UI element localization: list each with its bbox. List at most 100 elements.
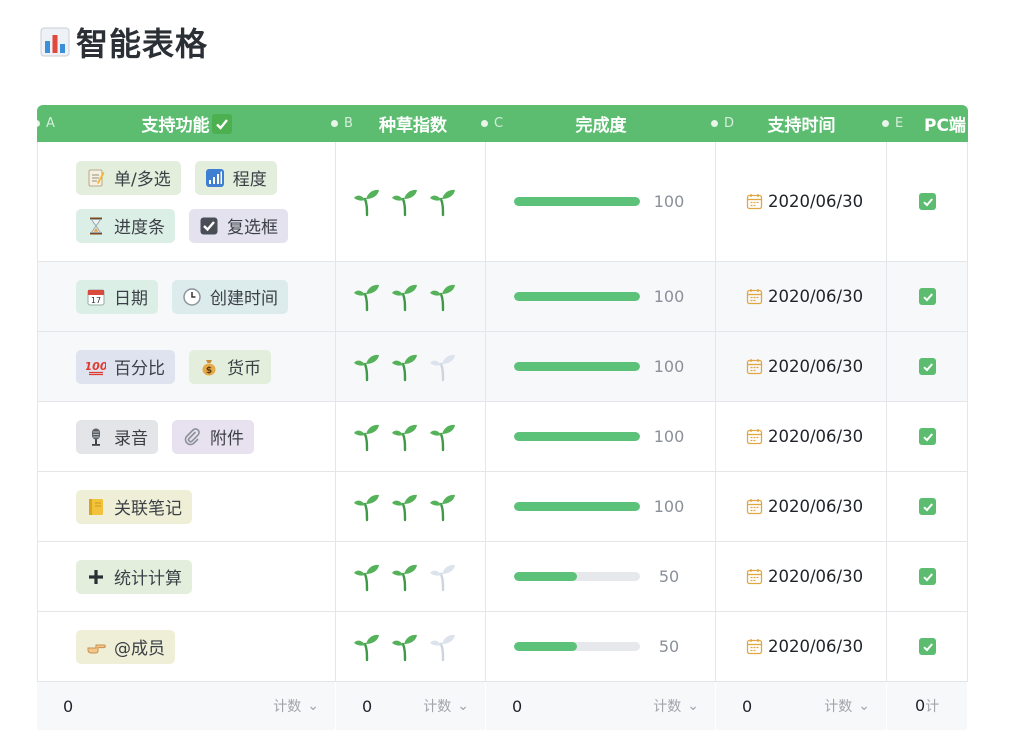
checkbox[interactable] xyxy=(919,193,936,210)
cell-date[interactable]: 2020/06/30 xyxy=(716,332,887,401)
cell-date[interactable]: 2020/06/30 xyxy=(716,402,887,471)
cell-progress[interactable]: 50 xyxy=(486,542,716,611)
sprout-icon[interactable] xyxy=(428,562,458,592)
cell-pc[interactable] xyxy=(887,472,968,541)
sprout-rating[interactable] xyxy=(336,492,458,522)
option-tag[interactable]: 进度条 xyxy=(76,208,175,243)
sprout-icon[interactable] xyxy=(352,422,382,452)
sprout-icon[interactable] xyxy=(352,352,382,382)
sprout-icon[interactable] xyxy=(428,282,458,312)
cell-rating[interactable] xyxy=(336,542,486,611)
sprout-rating[interactable] xyxy=(336,632,458,662)
cell-pc[interactable] xyxy=(887,612,968,681)
option-tag[interactable]: 100 百分比 xyxy=(76,349,175,384)
option-tag[interactable]: @成员 xyxy=(76,629,175,664)
checkbox[interactable] xyxy=(919,288,936,305)
table-row[interactable]: 17 日期 创建时间 100 2020/06/30 xyxy=(37,262,968,332)
option-tag[interactable]: $ 货币 xyxy=(189,349,271,384)
sprout-rating[interactable] xyxy=(336,352,458,382)
table-row[interactable]: 统计计算 50 2020/06/30 xyxy=(37,542,968,612)
cell-pc[interactable] xyxy=(887,142,968,261)
cell-rating[interactable] xyxy=(336,142,486,261)
sprout-icon[interactable] xyxy=(390,352,420,382)
option-tag[interactable]: 17 日期 xyxy=(76,279,158,314)
cell-rating[interactable] xyxy=(336,612,486,681)
cell-progress[interactable]: 100 xyxy=(486,142,716,261)
aggregate-dropdown[interactable]: 计数 ⌄ xyxy=(273,696,319,716)
table-row[interactable]: 关联笔记 100 2020/06/30 xyxy=(37,472,968,542)
cell-pc[interactable] xyxy=(887,542,968,611)
column-header-c[interactable]: C 完成度 xyxy=(481,105,716,142)
sprout-icon[interactable] xyxy=(390,282,420,312)
sprout-icon[interactable] xyxy=(428,422,458,452)
aggregate-dropdown[interactable]: 计数 ⌄ xyxy=(824,696,870,716)
checkbox[interactable] xyxy=(919,498,936,515)
option-tag[interactable]: 关联笔记 xyxy=(76,489,192,524)
option-tag[interactable]: 复选框 xyxy=(189,208,288,243)
cell-pc[interactable] xyxy=(887,402,968,471)
table-row[interactable]: @成员 50 2020/06/30 xyxy=(37,612,968,682)
aggregate-dropdown[interactable]: 计数 ⌄ xyxy=(653,696,699,716)
aggregate-dropdown[interactable]: 计数 ⌄ xyxy=(423,696,469,716)
cell-rating[interactable] xyxy=(336,472,486,541)
cell-date[interactable]: 2020/06/30 xyxy=(716,472,887,541)
sprout-rating[interactable] xyxy=(336,187,458,217)
option-tag[interactable]: 统计计算 xyxy=(76,559,192,594)
cell-progress[interactable]: 100 xyxy=(486,402,716,471)
cell-features[interactable]: 单/多选 程度 进度条 复选框 xyxy=(37,142,336,261)
checkbox[interactable] xyxy=(919,358,936,375)
cell-date[interactable]: 2020/06/30 xyxy=(716,612,887,681)
cell-features[interactable]: 17 日期 创建时间 xyxy=(37,262,336,331)
cell-progress[interactable]: 100 xyxy=(486,472,716,541)
sprout-rating[interactable] xyxy=(336,282,458,312)
sprout-icon[interactable] xyxy=(428,492,458,522)
cell-date[interactable]: 2020/06/30 xyxy=(716,142,887,261)
option-tag[interactable]: 录音 xyxy=(76,419,158,454)
sprout-rating[interactable] xyxy=(336,422,458,452)
cell-rating[interactable] xyxy=(336,262,486,331)
sprout-icon[interactable] xyxy=(352,492,382,522)
table-row[interactable]: 100 百分比 $ 货币 100 2020/06/30 xyxy=(37,332,968,402)
footer-cell-c[interactable]: 0 计数 ⌄ xyxy=(486,682,716,730)
column-header-b[interactable]: B 种草指数 xyxy=(331,105,486,142)
sprout-icon[interactable] xyxy=(390,187,420,217)
option-tag[interactable]: 单/多选 xyxy=(76,160,181,195)
cell-progress[interactable]: 100 xyxy=(486,262,716,331)
option-tag[interactable]: 程度 xyxy=(194,160,277,195)
table-row[interactable]: 录音 附件 100 2020/06/30 xyxy=(37,402,968,472)
cell-features[interactable]: 统计计算 xyxy=(37,542,336,611)
table-row[interactable]: 单/多选 程度 进度条 复选框 100 2020/06/30 xyxy=(37,142,968,262)
cell-progress[interactable]: 100 xyxy=(486,332,716,401)
column-header-e[interactable]: E PC端 xyxy=(882,105,968,142)
column-header-d[interactable]: D 支持时间 xyxy=(711,105,887,142)
sprout-icon[interactable] xyxy=(390,632,420,662)
sprout-icon[interactable] xyxy=(352,187,382,217)
cell-rating[interactable] xyxy=(336,402,486,471)
footer-cell-a[interactable]: 0 计数 ⌄ xyxy=(37,682,336,730)
checkbox[interactable] xyxy=(919,638,936,655)
option-tag[interactable]: 创建时间 xyxy=(172,279,288,314)
footer-cell-e[interactable]: 0计 xyxy=(887,682,968,730)
sprout-icon[interactable] xyxy=(428,187,458,217)
sprout-icon[interactable] xyxy=(352,282,382,312)
sprout-icon[interactable] xyxy=(390,562,420,592)
sprout-icon[interactable] xyxy=(428,632,458,662)
cell-features[interactable]: 关联笔记 xyxy=(37,472,336,541)
footer-cell-d[interactable]: 0 计数 ⌄ xyxy=(716,682,887,730)
footer-cell-b[interactable]: 0 计数 ⌄ xyxy=(336,682,486,730)
option-tag[interactable]: 附件 xyxy=(172,419,254,454)
cell-features[interactable]: 录音 附件 xyxy=(37,402,336,471)
sprout-icon[interactable] xyxy=(352,562,382,592)
cell-pc[interactable] xyxy=(887,332,968,401)
cell-features[interactable]: 100 百分比 $ 货币 xyxy=(37,332,336,401)
checkbox[interactable] xyxy=(919,568,936,585)
checkbox[interactable] xyxy=(919,428,936,445)
column-header-a[interactable]: A 支持功能 xyxy=(33,105,336,142)
cell-date[interactable]: 2020/06/30 xyxy=(716,542,887,611)
sprout-icon[interactable] xyxy=(390,492,420,522)
sprout-rating[interactable] xyxy=(336,562,458,592)
sprout-icon[interactable] xyxy=(352,632,382,662)
cell-features[interactable]: @成员 xyxy=(37,612,336,681)
sprout-icon[interactable] xyxy=(390,422,420,452)
sprout-icon[interactable] xyxy=(428,352,458,382)
